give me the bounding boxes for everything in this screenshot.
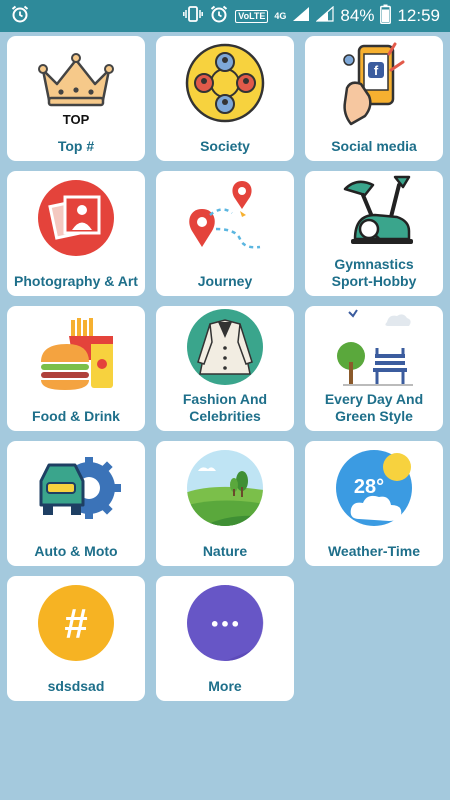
photos-icon <box>31 175 121 265</box>
category-label: Fashion And Celebrities <box>182 391 268 424</box>
category-label: Nature <box>202 543 248 559</box>
clock-time: 12:59 <box>397 6 440 25</box>
hashtag-glyph: # <box>64 600 87 647</box>
alarm-clock-icon <box>10 4 30 29</box>
category-label: Social media <box>331 138 417 154</box>
category-label: Gymnastics Sport-Hobby <box>331 256 417 289</box>
car-gear-icon <box>31 445 121 535</box>
category-label: Every Day And Green Style <box>324 391 424 424</box>
more-dots-glyph: ••• <box>210 615 241 634</box>
category-tile-gymnastics[interactable]: Gymnastics Sport-Hobby <box>305 171 443 296</box>
jacket-icon <box>180 309 270 400</box>
category-label: sdsdsad <box>47 678 105 694</box>
category-tile-top[interactable]: TOP Top # <box>7 36 145 161</box>
category-tile-journey[interactable]: Journey <box>156 171 294 296</box>
battery-icon <box>380 4 392 29</box>
weather-icon: 28° <box>329 445 419 535</box>
category-label: Photography & Art <box>14 273 138 289</box>
category-tile-sdsdsad[interactable]: # sdsdsad <box>7 576 145 701</box>
category-label: More <box>208 678 242 694</box>
crown-icon: TOP <box>31 40 121 130</box>
category-label: Auto & Moto <box>34 543 118 559</box>
category-tile-social-media[interactable]: f Social media <box>305 36 443 161</box>
category-tile-auto-moto[interactable]: Auto & Moto <box>7 441 145 566</box>
volte-badge: VoLTE <box>235 9 269 23</box>
category-label: Food & Drink <box>32 408 120 424</box>
category-tile-nature[interactable]: Nature <box>156 441 294 566</box>
category-label: Weather-Time <box>327 543 421 559</box>
category-tile-fashion[interactable]: Fashion And Celebrities <box>156 306 294 431</box>
map-pins-icon <box>180 175 270 265</box>
crown-icon-text: TOP <box>63 112 90 127</box>
svg-text:f: f <box>374 63 379 78</box>
park-bench-icon <box>329 309 419 400</box>
burger-fries-icon <box>31 310 121 400</box>
signal-icon <box>292 6 310 27</box>
network-type-label: 4G <box>274 11 287 21</box>
signal-icon <box>315 5 335 27</box>
battery-percent: 84% <box>340 6 375 25</box>
category-tile-photography-art[interactable]: Photography & Art <box>7 171 145 296</box>
category-tile-society[interactable]: Society <box>156 36 294 161</box>
phone-hand-icon: f <box>329 40 419 130</box>
more-dots-icon: ••• <box>180 580 270 670</box>
people-circle-icon <box>180 40 270 130</box>
alarm-clock-icon <box>209 4 229 29</box>
category-label: Top # <box>57 138 95 154</box>
category-tile-weather-time[interactable]: 28° Weather-Time <box>305 441 443 566</box>
status-bar: VoLTE 4G 84% 12:59 <box>0 0 450 32</box>
hashtag-icon: # <box>31 580 121 670</box>
category-tile-every-day[interactable]: Every Day And Green Style <box>305 306 443 431</box>
landscape-icon <box>180 445 270 535</box>
category-tile-food-drink[interactable]: Food & Drink <box>7 306 145 431</box>
temperature-text: 28° <box>354 476 384 498</box>
vibrate-icon <box>183 5 204 28</box>
category-grid: TOP Top # Society f Social media Photogr… <box>7 36 443 701</box>
category-label: Journey <box>197 273 253 289</box>
exercise-bike-icon <box>329 175 419 265</box>
category-tile-more[interactable]: ••• More <box>156 576 294 701</box>
category-label: Society <box>200 138 250 154</box>
